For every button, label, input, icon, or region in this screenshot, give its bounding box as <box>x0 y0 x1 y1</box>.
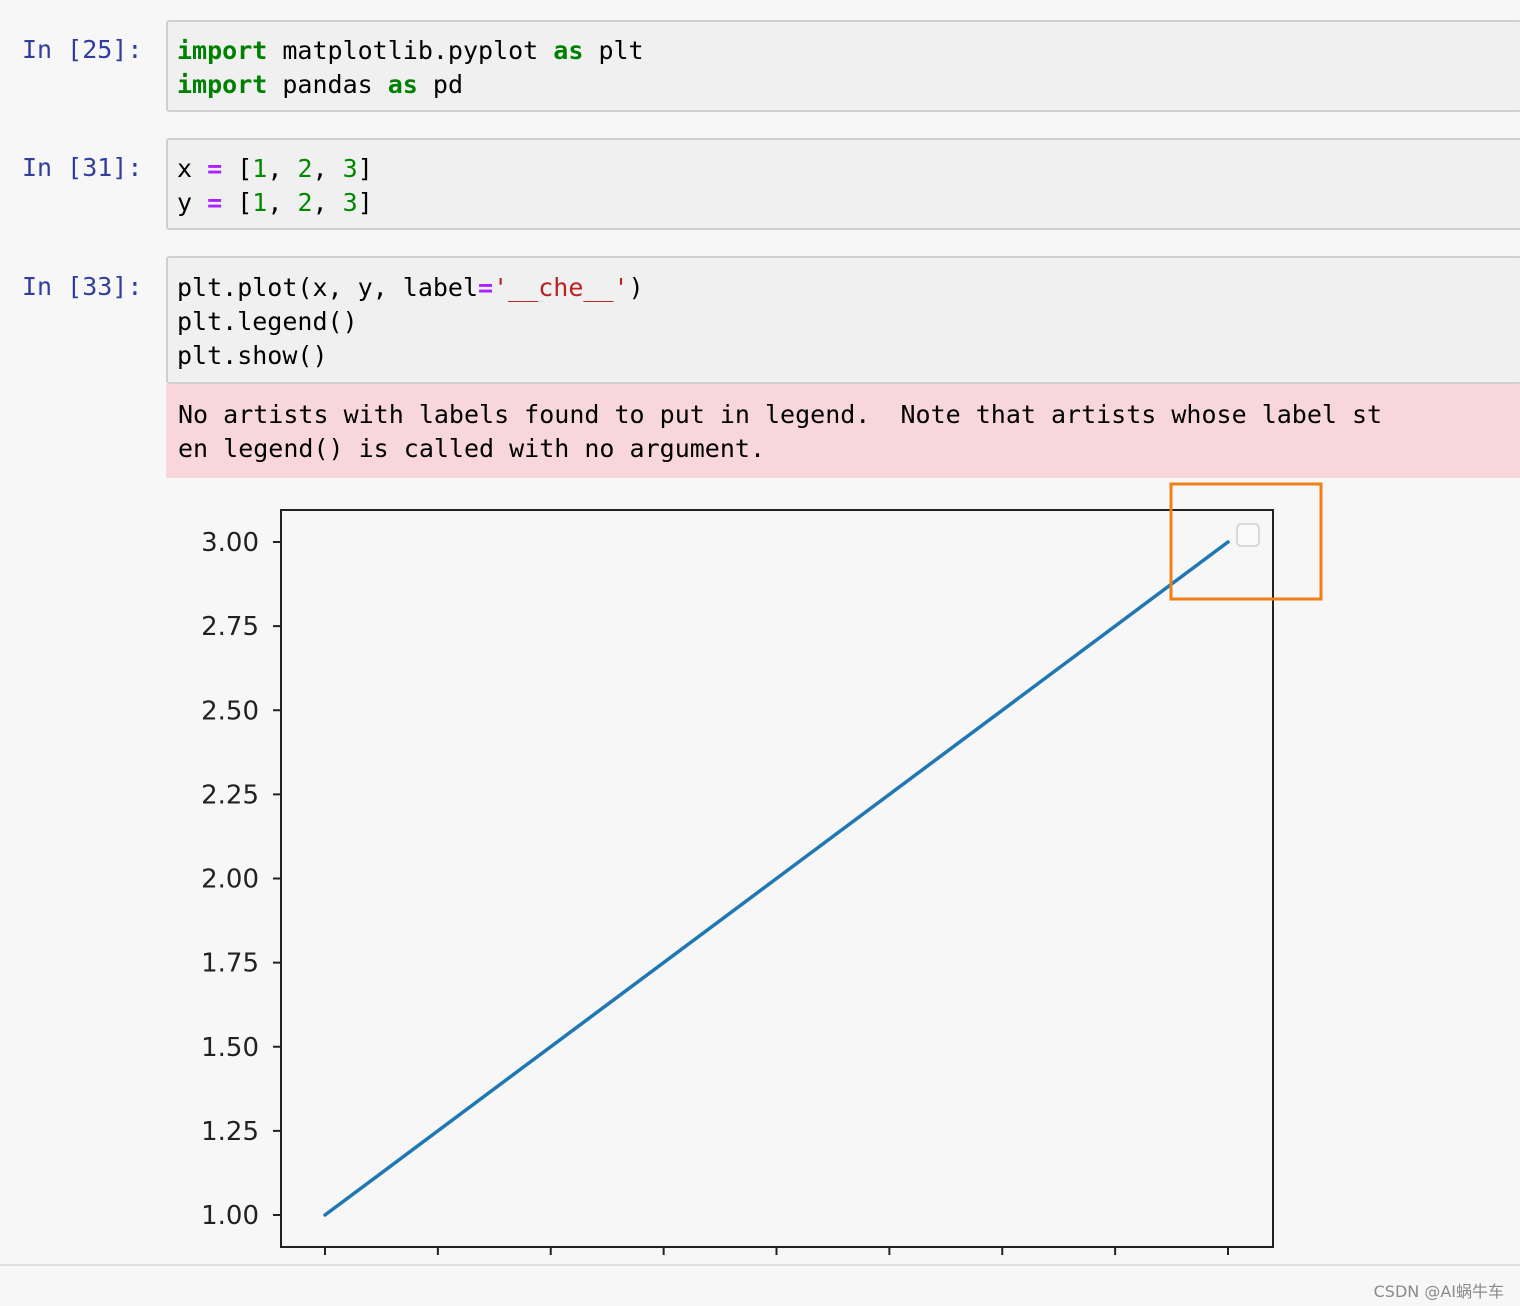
code-token: x <box>177 154 208 183</box>
code-token: plt.show() <box>177 341 328 370</box>
code-token: 1 <box>252 188 268 217</box>
cell-prompt: In [25]: <box>22 35 143 64</box>
code-token: import <box>177 70 268 99</box>
code-token: = <box>478 273 494 302</box>
divider <box>0 1264 1520 1266</box>
cell-prompt: In [31]: <box>22 153 143 182</box>
code-line: plt.legend() <box>168 305 1520 339</box>
code-line: plt.show() <box>168 339 1520 373</box>
y-tick-label: 3.00 <box>201 528 259 558</box>
code-token: pandas <box>267 70 388 99</box>
code-token: , <box>312 188 343 217</box>
code-token: ] <box>357 154 373 183</box>
code-line: import pandas as pd <box>168 68 1520 102</box>
y-tick-label: 1.50 <box>201 1033 259 1063</box>
code-token: 3 <box>342 154 358 183</box>
code-token: plt <box>583 36 644 65</box>
code-line: import matplotlib.pyplot as plt <box>168 34 1520 68</box>
code-token: y <box>177 188 208 217</box>
stderr-output: No artists with labels found to put in l… <box>166 384 1520 478</box>
code-token: plt.plot(x, y, label <box>177 273 479 302</box>
code-token: , <box>312 154 343 183</box>
code-token: '__che__' <box>493 273 629 302</box>
watermark: CSDN @AI蜗牛车 <box>1373 1282 1504 1301</box>
plot-output: 1.00 1.25 1.50 1.75 2.00 2.25 2.50 2.75 3.00 <box>0 478 1520 1264</box>
code-token: [ <box>222 154 253 183</box>
code-token: , <box>267 188 298 217</box>
y-tick-label: 2.25 <box>201 780 259 810</box>
code-token: as <box>553 36 584 65</box>
y-tick-label: 2.00 <box>201 865 259 895</box>
code-token: = <box>207 154 223 183</box>
code-line: x = [1, 2, 3] <box>168 152 1520 186</box>
code-token: 2 <box>297 188 313 217</box>
cell-prompt: In [33]: <box>22 272 143 301</box>
code-token: matplotlib.pyplot <box>267 36 554 65</box>
y-tick-label: 2.75 <box>201 612 259 642</box>
code-token: pd <box>417 70 463 99</box>
code-token: 3 <box>342 188 358 217</box>
stderr-line: No artists with labels found to put in l… <box>178 400 1383 429</box>
y-tick-label: 1.75 <box>201 949 259 979</box>
code-line: y = [1, 2, 3] <box>168 186 1520 220</box>
stderr-line: en legend() is called with no argument. <box>178 434 765 463</box>
line-chart: 1.00 1.25 1.50 1.75 2.00 2.25 2.50 2.75 3.00 <box>201 482 1323 1255</box>
code-token: as <box>387 70 418 99</box>
y-tick-label: 1.00 <box>201 1201 259 1231</box>
code-token: plt.legend() <box>177 307 358 336</box>
code-line: plt.plot(x, y, label='__che__') <box>168 271 1520 305</box>
code-token: = <box>207 188 223 217</box>
code-token: , <box>267 154 298 183</box>
y-tick-label: 1.25 <box>201 1117 259 1147</box>
series-line <box>323 540 1230 1217</box>
code-token: [ <box>222 188 253 217</box>
code-token: import <box>177 36 268 65</box>
empty-legend-box <box>1236 523 1260 547</box>
code-input[interactable]: plt.plot(x, y, label='__che__') plt.lege… <box>166 256 1520 384</box>
y-tick-label: 2.50 <box>201 696 259 726</box>
code-token: ] <box>357 188 373 217</box>
code-token: 1 <box>252 154 268 183</box>
code-input[interactable]: x = [1, 2, 3] y = [1, 2, 3] <box>166 138 1520 230</box>
code-token: ) <box>628 273 644 302</box>
code-input[interactable]: import matplotlib.pyplot as plt import p… <box>166 20 1520 112</box>
code-token: 2 <box>297 154 313 183</box>
